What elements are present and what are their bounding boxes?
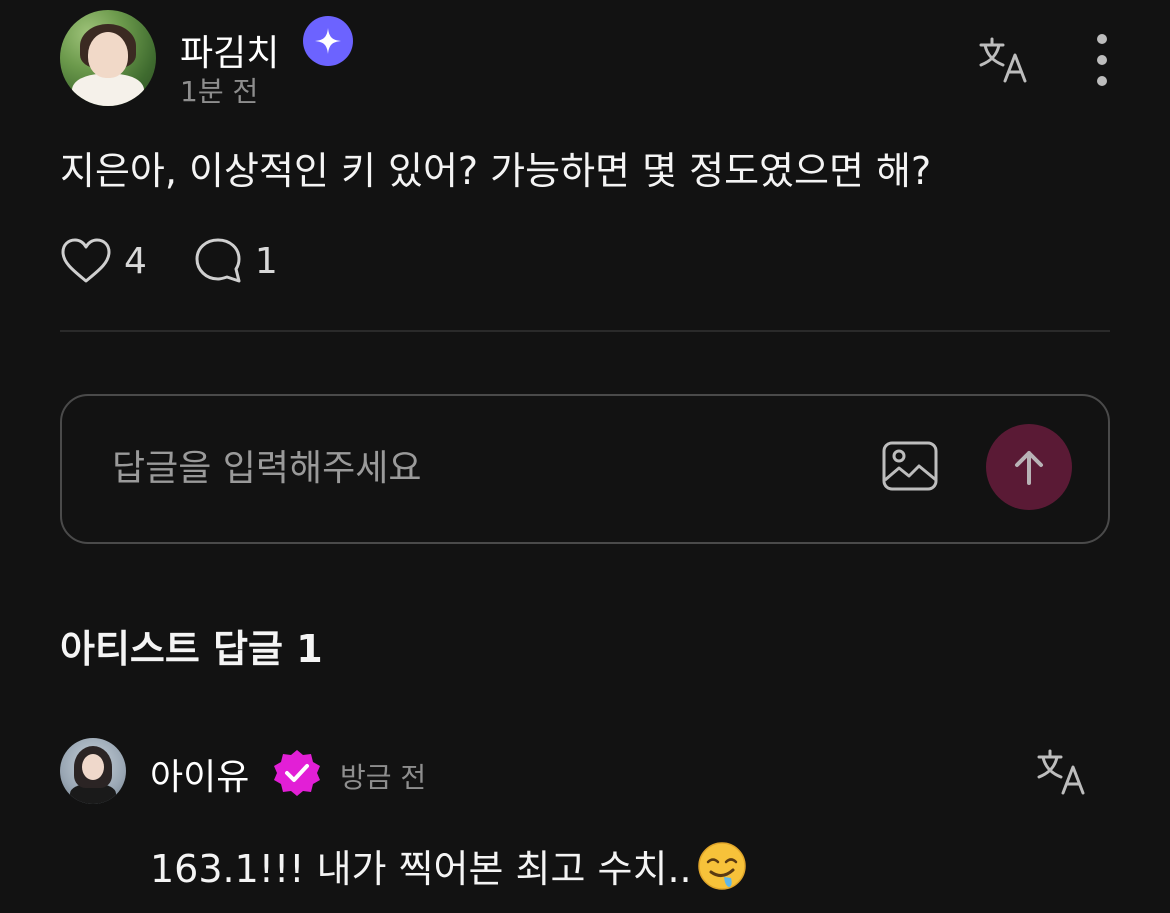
artist-replies-title: 아티스트 답글 1	[60, 627, 323, 671]
heart-icon	[61, 238, 111, 283]
verified-badge-icon	[272, 748, 322, 798]
dot-icon	[1097, 55, 1107, 65]
drooling-face-emoji-icon	[697, 841, 746, 890]
sparkle-badge-icon	[303, 16, 353, 66]
image-icon	[882, 441, 938, 491]
divider	[60, 330, 1110, 332]
author-avatar[interactable]	[60, 10, 156, 106]
post-timestamp: 1분 전	[180, 75, 259, 108]
post-text: 지은아, 이상적인 키 있어? 가능하면 몇 정도였으면 해?	[60, 149, 932, 193]
comment-timestamp: 방금 전	[340, 761, 427, 794]
comment-author[interactable]: 아이유	[150, 748, 249, 800]
post-actions: 4 1	[60, 234, 278, 288]
like-button[interactable]: 4	[60, 237, 147, 285]
translate-icon	[979, 37, 1027, 83]
translate-icon	[1037, 749, 1085, 795]
dot-icon	[1097, 34, 1107, 44]
send-button[interactable]	[986, 424, 1072, 510]
like-count: 4	[124, 240, 147, 282]
attach-image-button[interactable]	[880, 438, 940, 494]
comment-button[interactable]: 1	[193, 236, 278, 286]
translate-button[interactable]	[976, 32, 1032, 88]
comment-bubble-icon	[195, 238, 241, 283]
artist-comment: 아이유 방금 전 163.1!!! 내가 찍어본 최고 수치..	[60, 738, 1110, 908]
comment-count: 1	[254, 240, 278, 282]
reply-composer	[60, 394, 1110, 544]
comment-text: 163.1!!! 내가 찍어본 최고 수치..	[150, 847, 692, 891]
comment-text-row: 163.1!!! 내가 찍어본 최고 수치..	[150, 838, 748, 893]
reply-input[interactable]	[112, 444, 812, 492]
dot-icon	[1097, 76, 1107, 86]
more-options-button[interactable]	[1094, 34, 1110, 86]
comment-translate-button[interactable]	[1034, 744, 1090, 800]
arrow-up-icon	[1015, 451, 1043, 485]
post-header: 파김치 1분 전	[60, 10, 1110, 110]
artist-avatar[interactable]	[60, 738, 126, 804]
author-name[interactable]: 파김치	[180, 24, 279, 76]
